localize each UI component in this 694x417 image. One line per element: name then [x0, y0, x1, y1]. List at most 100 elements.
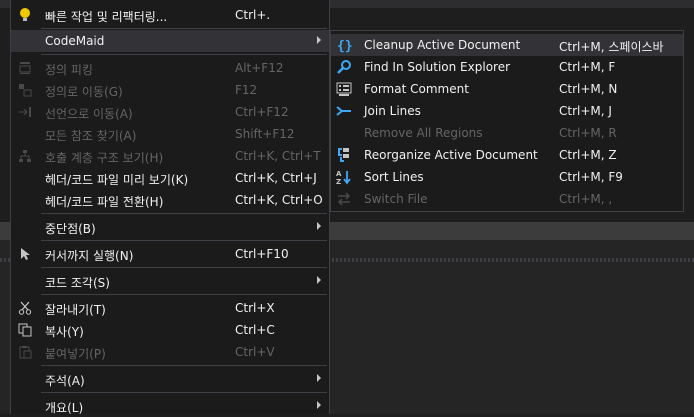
- menu-item-label: 빠른 작업 및 리팩터링...: [45, 10, 168, 24]
- menu-item-label: 정의 피킹: [45, 63, 93, 77]
- submenu-item-shortcut: Ctrl+M, F9: [559, 170, 623, 184]
- menu-item-shortcut: Ctrl+.: [235, 8, 271, 22]
- menu-item-label: 잘라내기(T): [45, 303, 106, 317]
- submenu-item-label: Format Comment: [364, 82, 469, 96]
- join-lines-icon: [336, 103, 352, 119]
- menu-separator: [41, 54, 327, 55]
- menu-item-label: 커서까지 실행(N): [45, 249, 134, 263]
- menu-item-peek-definition[interactable]: 정의 피킹 Alt+F12: [11, 57, 329, 79]
- menu-item-shortcut: Ctrl+K, Ctrl+T: [235, 149, 321, 163]
- menu-item-label: 중단점(B): [45, 222, 96, 236]
- menu-item-breakpoint[interactable]: 중단점(B): [11, 216, 329, 238]
- submenu-arrow-icon: [317, 276, 321, 284]
- submenu-item-label: Remove All Regions: [364, 126, 483, 140]
- menu-item-cut[interactable]: 잘라내기(T) Ctrl+X: [11, 297, 329, 319]
- braces-icon: {}: [336, 37, 352, 53]
- submenu-item-reorganize-active-document[interactable]: Reorganize Active Document Ctrl+M, Z: [331, 144, 683, 166]
- menu-item-label: CodeMaid: [45, 34, 105, 48]
- menu-separator: [41, 294, 327, 295]
- submenu-item-find-in-solution-explorer[interactable]: Find In Solution Explorer Ctrl+M, F: [331, 56, 683, 78]
- magnifier-icon: [336, 59, 352, 75]
- submenu-item-label: Sort Lines: [364, 170, 424, 184]
- menu-item-codemaid[interactable]: CodeMaid: [11, 30, 329, 52]
- submenu-arrow-icon: [317, 222, 321, 230]
- reorganize-icon: [336, 147, 352, 163]
- menu-item-shortcut: Ctrl+V: [235, 345, 275, 359]
- submenu-item-remove-all-regions[interactable]: Remove All Regions Ctrl+M, R: [331, 122, 683, 144]
- svg-text:A: A: [336, 170, 342, 178]
- menu-separator: [41, 240, 327, 241]
- peek-definition-icon: [17, 60, 33, 76]
- paste-icon: [17, 344, 33, 360]
- call-hierarchy-icon: [17, 148, 33, 164]
- lightbulb-icon: [17, 7, 33, 23]
- submenu-item-shortcut: Ctrl+M, N: [559, 82, 618, 96]
- submenu-item-shortcut: Ctrl+M, F: [559, 60, 616, 74]
- menu-item-toggle-header-code-file[interactable]: 헤더/코드 파일 전환(H) Ctrl+K, Ctrl+O: [11, 189, 329, 211]
- submenu-item-join-lines[interactable]: Join Lines Ctrl+M, J: [331, 100, 683, 122]
- menu-item-find-all-references[interactable]: 모든 참조 찾기(A) Shift+F12: [11, 123, 329, 145]
- menu-item-shortcut: Ctrl+X: [235, 301, 275, 315]
- menu-item-comment[interactable]: 주석(A): [11, 368, 329, 390]
- format-comment-icon: [336, 81, 352, 97]
- menu-item-copy[interactable]: 복사(Y) Ctrl+C: [11, 319, 329, 341]
- submenu-item-label: Find In Solution Explorer: [364, 60, 511, 74]
- menu-item-label: 호출 계층 구조 보기(H): [45, 151, 164, 165]
- submenu-item-sort-lines[interactable]: AZ Sort Lines Ctrl+M, F9: [331, 166, 683, 188]
- submenu-item-label: Join Lines: [364, 104, 421, 118]
- svg-text:{}: {}: [337, 39, 352, 53]
- menu-item-run-to-cursor[interactable]: 커서까지 실행(N) Ctrl+F10: [11, 243, 329, 265]
- submenu-item-shortcut: Ctrl+M, R: [559, 126, 617, 140]
- menu-item-shortcut: Ctrl+K, Ctrl+J: [235, 171, 317, 185]
- menu-separator: [41, 267, 327, 268]
- menu-item-shortcut: Shift+F12: [235, 127, 295, 141]
- submenu-item-cleanup-active-document[interactable]: {} Cleanup Active Document Ctrl+M, 스페이스바: [331, 34, 683, 56]
- menu-item-label: 헤더/코드 파일 전환(H): [45, 195, 164, 209]
- submenu-arrow-icon: [317, 36, 321, 44]
- menu-item-peek-header-code-file[interactable]: 헤더/코드 파일 미리 보기(K) Ctrl+K, Ctrl+J: [11, 167, 329, 189]
- svg-text:Z: Z: [336, 178, 341, 185]
- menu-item-quick-actions[interactable]: 빠른 작업 및 리팩터링... Ctrl+.: [11, 4, 329, 26]
- submenu-item-shortcut: Ctrl+M, J: [559, 104, 612, 118]
- menu-item-snippets[interactable]: 코드 조각(S): [11, 270, 329, 292]
- menu-item-shortcut: Ctrl+K, Ctrl+O: [235, 193, 323, 207]
- menu-item-go-to-declaration[interactable]: 선언으로 이동(A) Ctrl+F12: [11, 101, 329, 123]
- submenu-item-label: Cleanup Active Document: [364, 38, 521, 52]
- menu-item-label: 정의로 이동(G): [45, 85, 123, 99]
- menu-item-label: 모든 참조 찾기(A): [45, 129, 137, 143]
- submenu-item-shortcut: Ctrl+M, 스페이스바: [559, 40, 664, 54]
- submenu-arrow-icon: [317, 374, 321, 382]
- menu-item-label: 코드 조각(S): [45, 276, 110, 290]
- go-to-declaration-icon: [17, 104, 33, 120]
- submenu-item-label: Reorganize Active Document: [364, 148, 538, 162]
- codemaid-submenu: {} Cleanup Active Document Ctrl+M, 스페이스바…: [330, 30, 684, 212]
- sort-az-icon: AZ: [336, 169, 352, 185]
- context-menu: 빠른 작업 및 리팩터링... Ctrl+. CodeMaid 정의 피킹 Al…: [10, 0, 330, 415]
- scissors-icon: [17, 300, 33, 316]
- menu-item-shortcut: Ctrl+F10: [235, 247, 289, 261]
- submenu-item-switch-file[interactable]: Switch File Ctrl+M, ,: [331, 188, 683, 210]
- menu-separator: [41, 365, 327, 366]
- submenu-item-shortcut: Ctrl+M, ,: [559, 192, 613, 206]
- menu-separator: [41, 392, 327, 393]
- menu-separator: [41, 28, 327, 29]
- menu-item-shortcut: Ctrl+C: [235, 323, 275, 337]
- menu-item-label: 복사(Y): [45, 325, 84, 339]
- submenu-item-shortcut: Ctrl+M, Z: [559, 148, 617, 162]
- menu-item-paste[interactable]: 붙여넣기(P) Ctrl+V: [11, 341, 329, 363]
- go-to-definition-icon: [17, 82, 33, 98]
- menu-item-label: 주석(A): [45, 374, 85, 388]
- submenu-item-format-comment[interactable]: Format Comment Ctrl+M, N: [331, 78, 683, 100]
- menu-item-label: 선언으로 이동(A): [45, 107, 133, 121]
- submenu-arrow-icon: [317, 401, 321, 409]
- menu-item-go-to-definition[interactable]: 정의로 이동(G) F12: [11, 79, 329, 101]
- menu-item-label: 붙여넣기(P): [45, 347, 106, 361]
- switch-file-icon: [336, 191, 352, 207]
- menu-item-shortcut: Ctrl+F12: [235, 105, 289, 119]
- menu-item-call-hierarchy[interactable]: 호출 계층 구조 보기(H) Ctrl+K, Ctrl+T: [11, 145, 329, 167]
- menu-item-label: 헤더/코드 파일 미리 보기(K): [45, 173, 189, 187]
- copy-icon: [17, 322, 33, 338]
- menu-item-shortcut: F12: [235, 83, 258, 97]
- cursor-arrow-icon: [17, 246, 33, 262]
- menu-item-label: 개요(L): [45, 401, 84, 415]
